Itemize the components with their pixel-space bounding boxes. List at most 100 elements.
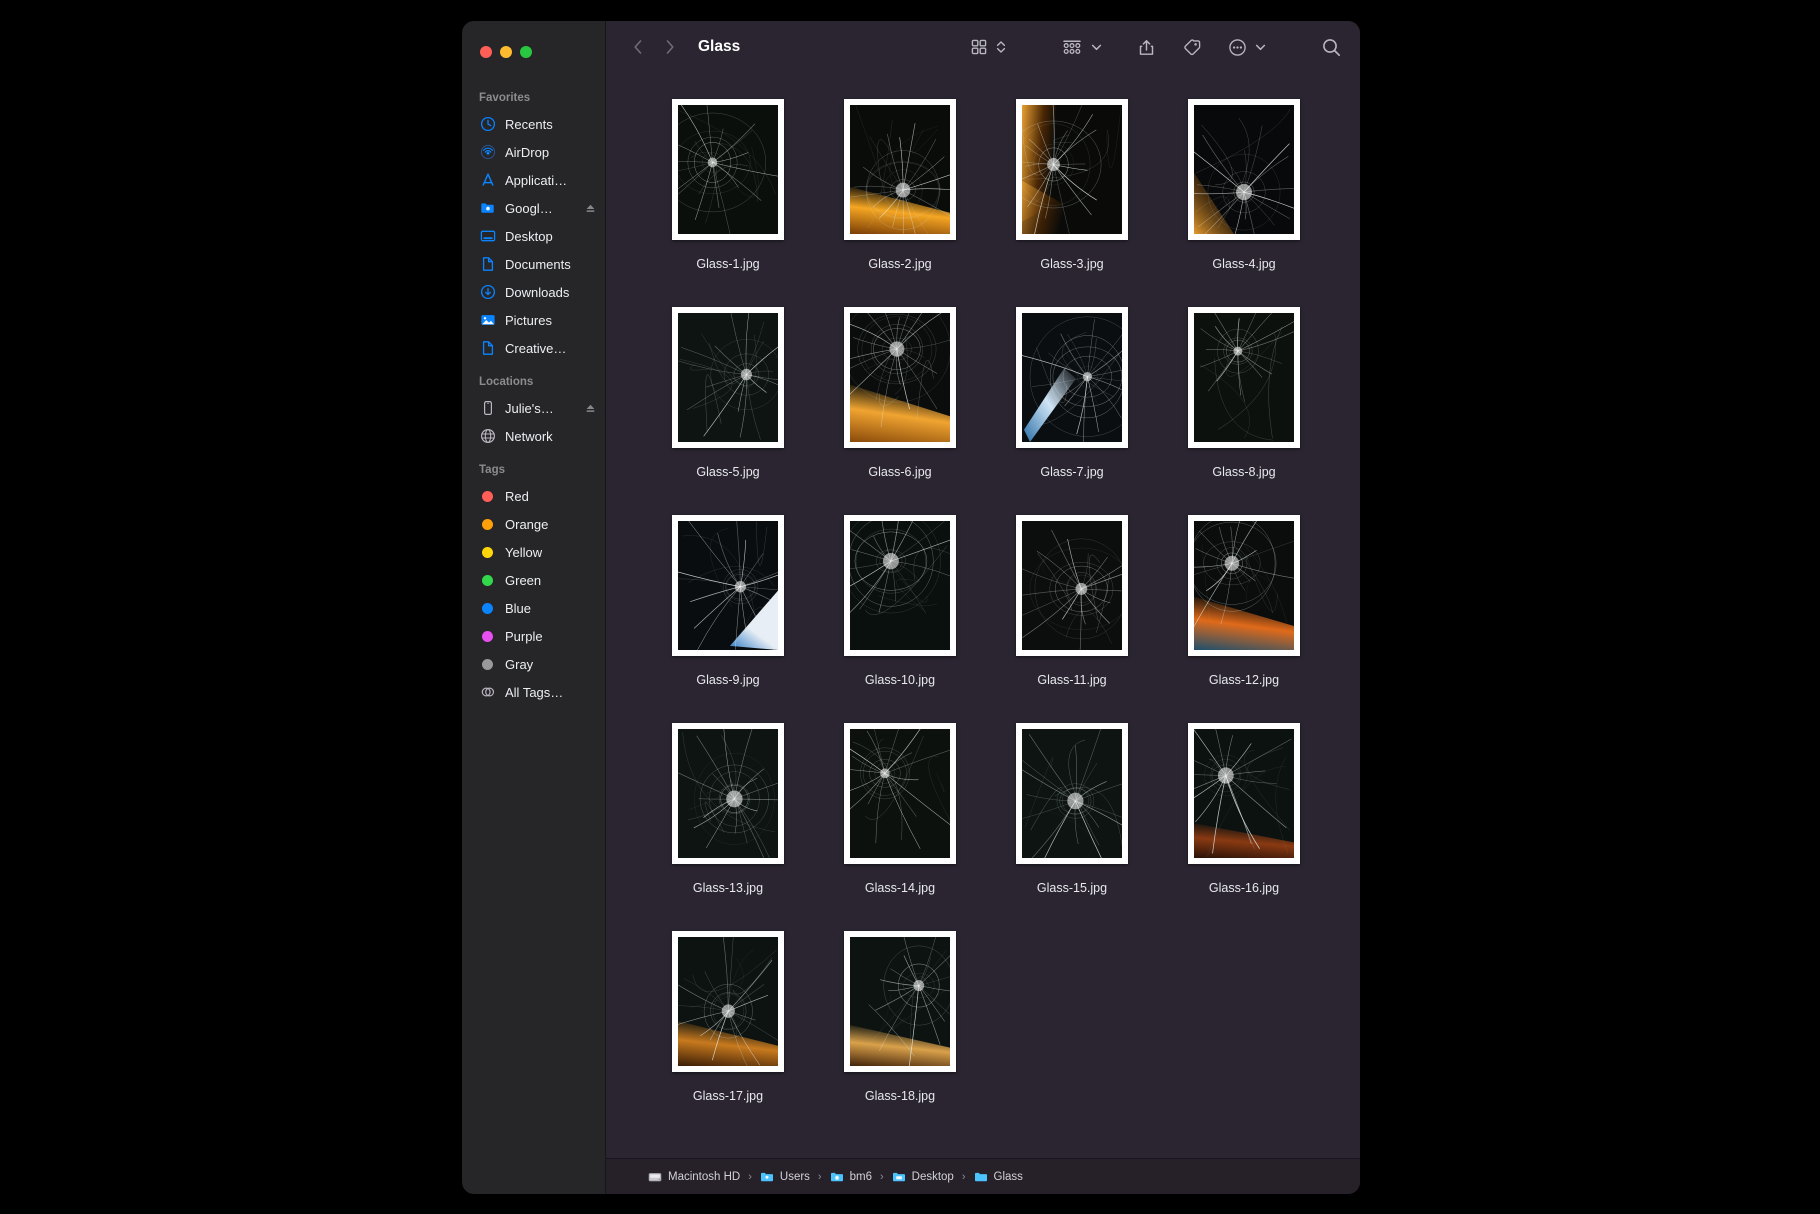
sidebar-item-desktop[interactable]: Desktop [462,222,605,250]
eject-icon[interactable] [584,402,597,415]
file-item[interactable]: Glass-12.jpg [1158,509,1330,717]
file-name-label: Glass-2.jpg [868,257,931,271]
back-button[interactable] [630,37,646,57]
cracked-glass-photo [1022,105,1122,234]
sidebar-item-label: Green [505,573,541,588]
tag-dot-icon [479,628,496,645]
breadcrumb-item[interactable]: Users [760,1170,810,1184]
share-button[interactable] [1137,38,1156,57]
folder-photo-icon [479,200,496,217]
image-thumbnail [1016,99,1128,240]
minimize-window-button[interactable] [500,46,512,58]
sidebar-tag-red[interactable]: Red [462,482,605,510]
file-item[interactable]: Glass-6.jpg [814,301,986,509]
sidebar-tag-green[interactable]: Green [462,566,605,594]
tag-button[interactable] [1182,38,1202,57]
sidebar-item-label: Downloads [505,285,569,300]
cracked-glass-photo [850,729,950,858]
image-thumbnail [1188,307,1300,448]
image-thumbnail [1016,723,1128,864]
file-item[interactable]: Glass-5.jpg [642,301,814,509]
folder-home-icon [830,1170,844,1184]
breadcrumb-item[interactable]: bm6 [830,1170,872,1184]
file-name-label: Glass-1.jpg [696,257,759,271]
sidebar-item-airdrop[interactable]: AirDrop [462,138,605,166]
file-item[interactable]: Glass-11.jpg [986,509,1158,717]
chevron-down-icon[interactable] [1254,38,1267,56]
image-thumbnail [1188,99,1300,240]
folder-users-icon [760,1170,774,1184]
sidebar-item-julies-iphone[interactable]: Julie's… [462,394,605,422]
maximize-window-button[interactable] [520,46,532,58]
breadcrumb-item[interactable]: Macintosh HD [648,1170,740,1184]
airdrop-icon [479,144,496,161]
file-item[interactable]: Glass-3.jpg [986,93,1158,301]
breadcrumb-label: Desktop [912,1171,954,1183]
sidebar-tag-orange[interactable]: Orange [462,510,605,538]
image-thumbnail [844,515,956,656]
sidebar-item-label: Purple [505,629,543,644]
sidebar-item-label: Applicati… [505,173,567,188]
file-item[interactable]: Glass-7.jpg [986,301,1158,509]
file-item[interactable]: Glass-4.jpg [1158,93,1330,301]
sidebar-section-favorites: Favorites Recents AirDrop Applicati… [462,92,605,362]
sidebar-item-label: Network [505,429,553,444]
traffic-lights [462,34,605,68]
file-name-label: Glass-8.jpg [1212,465,1275,479]
more-button[interactable] [1228,38,1247,57]
sidebar-item-downloads[interactable]: Downloads [462,278,605,306]
cracked-glass-photo [1194,521,1294,650]
sidebar-tag-gray[interactable]: Gray [462,650,605,678]
file-item[interactable]: Glass-14.jpg [814,717,986,925]
eject-icon[interactable] [584,202,597,215]
sidebar-item-google-drive[interactable]: Googl… [462,194,605,222]
file-item[interactable]: Glass-18.jpg [814,925,986,1133]
sidebar-tag-all-tags[interactable]: All Tags… [462,678,605,706]
sidebar-item-label: Blue [505,601,531,616]
breadcrumb-label: bm6 [850,1171,872,1183]
file-item[interactable]: Glass-2.jpg [814,93,986,301]
cracked-glass-photo [850,313,950,442]
view-chevron-updown-icon[interactable] [995,38,1007,56]
sidebar-item-pictures[interactable]: Pictures [462,306,605,334]
search-icon[interactable] [1321,37,1342,58]
forward-button[interactable] [662,37,678,57]
icon-view-button[interactable] [970,38,988,56]
sidebar-tag-purple[interactable]: Purple [462,622,605,650]
file-thumbnail [1016,509,1128,661]
file-item[interactable]: Glass-1.jpg [642,93,814,301]
breadcrumb-item[interactable]: Glass [974,1170,1023,1184]
breadcrumb-item[interactable]: Desktop [892,1170,954,1184]
group-by-group [1061,38,1103,56]
cracked-glass-photo [678,729,778,858]
close-window-button[interactable] [480,46,492,58]
sidebar-item-documents[interactable]: Documents [462,250,605,278]
sidebar-item-label: Googl… [505,201,553,216]
file-item[interactable]: Glass-17.jpg [642,925,814,1133]
document-icon [479,256,496,273]
chevron-down-icon[interactable] [1090,38,1103,56]
sidebar-item-applications[interactable]: Applicati… [462,166,605,194]
iphone-icon [479,400,496,417]
file-item[interactable]: Glass-15.jpg [986,717,1158,925]
content-pane: Glass [606,21,1360,1194]
image-thumbnail [1016,307,1128,448]
sidebar-item-recents[interactable]: Recents [462,110,605,138]
file-item[interactable]: Glass-10.jpg [814,509,986,717]
sidebar-section-title: Tags [462,464,605,482]
file-thumbnail [844,301,956,453]
file-item[interactable]: Glass-9.jpg [642,509,814,717]
breadcrumb-separator: › [880,1171,884,1183]
file-item[interactable]: Glass-16.jpg [1158,717,1330,925]
sidebar-tag-yellow[interactable]: Yellow [462,538,605,566]
group-by-button[interactable] [1061,38,1083,56]
sidebar-item-creative-cloud[interactable]: Creative… [462,334,605,362]
image-thumbnail [1016,515,1128,656]
file-item[interactable]: Glass-13.jpg [642,717,814,925]
file-name-label: Glass-11.jpg [1037,673,1106,687]
file-name-label: Glass-5.jpg [696,465,759,479]
file-item[interactable]: Glass-8.jpg [1158,301,1330,509]
sidebar-tag-blue[interactable]: Blue [462,594,605,622]
sidebar-item-network[interactable]: Network [462,422,605,450]
file-name-label: Glass-9.jpg [696,673,759,687]
